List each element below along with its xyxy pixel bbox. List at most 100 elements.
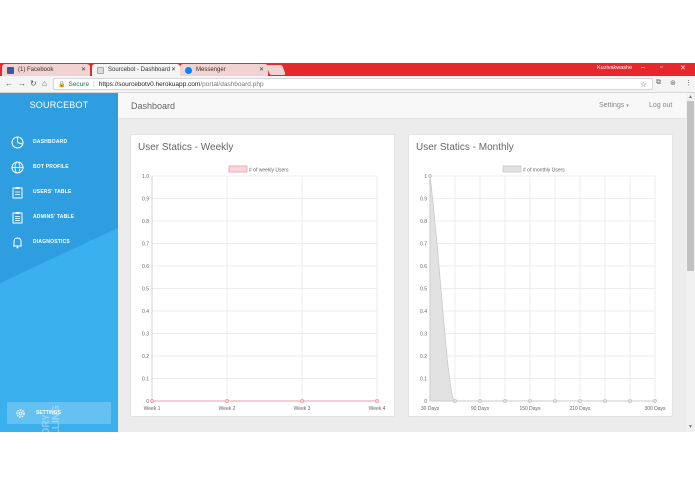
data-point [299, 398, 304, 403]
sidebar: SOURCEBOT DASHBOARD BOT PROFILE USERS' T… [0, 93, 118, 432]
y-tick-label: 0.5 [420, 287, 427, 293]
secure-label: Secure [68, 80, 90, 88]
y-tick-label: 1.0 [142, 174, 149, 180]
brand-logo[interactable]: SOURCEBOT [0, 100, 118, 110]
data-point [652, 398, 657, 403]
page-header: Dashboard Settings ▾ Log out [118, 93, 686, 119]
close-tab-icon[interactable]: ✕ [171, 66, 176, 73]
y-tick-label: 1 [424, 174, 427, 180]
sidebar-item-admins-table[interactable]: ADMINS' TABLE [10, 209, 74, 225]
page-title: Dashboard [131, 101, 176, 111]
data-point [149, 398, 154, 403]
reload-icon[interactable]: ↻ [30, 79, 37, 88]
scrollbar-thumb[interactable] [687, 101, 694, 271]
data-point [503, 398, 508, 403]
y-tick-label: 0.1 [420, 377, 427, 383]
y-tick-label: 0.4 [420, 309, 427, 315]
dashboard-icon [10, 135, 24, 149]
address-bar[interactable]: 🔒 Secure | https://sourcebotv0.herokuapp… [53, 78, 653, 90]
y-tick-label: 0.6 [142, 264, 149, 270]
y-tick-label: 0.9 [420, 197, 427, 203]
legend-label: # of monthly Users [523, 168, 565, 174]
y-tick-label: 0 [424, 399, 427, 405]
browser-tab-sourcebot[interactable]: Sourcebot - Dashboard ✕ [92, 64, 180, 76]
monthly-chart-card: User Statics - Monthly # of monthly User… [408, 134, 673, 417]
x-tick-label: Week 3 [294, 406, 311, 412]
clipboard-icon [10, 185, 24, 199]
sidebar-item-bot-profile[interactable]: BOT PROFILE [10, 159, 69, 175]
x-tick-label: 150 Days [519, 406, 541, 412]
settings-dropdown[interactable]: Settings ▾ [599, 102, 629, 109]
x-tick-label: 300 Days [644, 406, 666, 412]
y-tick-label: 0.4 [142, 309, 149, 315]
data-point [374, 398, 379, 403]
facebook-icon [7, 66, 14, 74]
new-tab-button[interactable] [266, 65, 286, 75]
y-tick-label: 0.3 [142, 332, 149, 338]
messenger-icon [185, 66, 192, 74]
x-tick-label: 210 Days [569, 406, 591, 412]
data-point [577, 398, 582, 403]
browser-profile-name[interactable]: Kuzivakwashe [597, 65, 632, 71]
scroll-down-icon[interactable]: ▼ [688, 424, 693, 430]
y-tick-label: 0.8 [420, 219, 427, 225]
page-scrollbar[interactable]: ▲ ▼ [686, 93, 695, 432]
browser-tab-facebook[interactable]: (1) Facebook ✕ [2, 64, 90, 76]
main-content: Dashboard Settings ▾ Log out User Static… [118, 93, 686, 432]
y-tick-label: 0.2 [142, 354, 149, 360]
y-tick-label: 0.3 [420, 332, 427, 338]
x-tick-label: Week 4 [369, 406, 386, 412]
back-icon[interactable]: ← [5, 79, 13, 88]
sidebar-settings-button[interactable]: SETTINGS [7, 402, 111, 424]
close-tab-icon[interactable]: ✕ [81, 66, 86, 73]
data-point [427, 174, 432, 179]
page-bottom-margin [0, 432, 695, 494]
logout-link[interactable]: Log out [649, 102, 672, 109]
x-tick-label: 90 Days [471, 406, 490, 412]
sidebar-item-label: DASHBOARD [33, 139, 68, 145]
x-tick-label: 30 Days [421, 406, 440, 412]
settings-label: SETTINGS [36, 410, 62, 416]
sidebar-item-label: BOT PROFILE [33, 164, 69, 170]
data-point [478, 398, 483, 403]
close-tab-icon[interactable]: ✕ [259, 66, 264, 73]
forward-icon[interactable]: → [18, 79, 26, 88]
clipboard-list-icon [10, 210, 24, 224]
sidebar-item-diagnostics[interactable]: DIAGNOSTICS [10, 234, 70, 250]
sidebar-item-users-table[interactable]: USERS' TABLE [10, 184, 72, 200]
y-tick-label: 0.5 [142, 287, 149, 293]
lock-icon: 🔒 [58, 81, 66, 88]
window-close-icon[interactable]: ✕ [680, 64, 686, 72]
extension-icon-2[interactable]: ⊛ [670, 79, 676, 87]
data-point [627, 398, 632, 403]
tab-title: Sourcebot - Dashboard [108, 67, 171, 73]
scroll-up-icon[interactable]: ▲ [688, 94, 693, 100]
minimize-icon[interactable]: – [641, 64, 645, 71]
sidebar-item-dashboard[interactable]: DASHBOARD [10, 134, 67, 150]
extension-icon[interactable]: ⧉ [656, 79, 661, 87]
data-point [453, 398, 458, 403]
y-tick-label: 0.9 [142, 197, 149, 203]
sidebar-item-label: DIAGNOSTICS [33, 239, 70, 245]
sidebar-item-label: USERS' TABLE [33, 189, 72, 195]
url-path: /portal/dashboard.php [200, 80, 264, 88]
y-tick-label: 0.8 [142, 219, 149, 225]
browser-menu-icon[interactable]: ⋮ [685, 79, 692, 87]
x-tick-label: Week 1 [144, 406, 161, 412]
page-top-margin [0, 0, 695, 63]
bookmark-star-icon[interactable]: ☆ [640, 80, 647, 89]
legend-swatch [228, 165, 248, 173]
globe-icon [10, 160, 24, 174]
data-point [528, 398, 533, 403]
tab-title: (1) Facebook [18, 67, 54, 73]
browser-tab-messenger[interactable]: Messenger ✕ [180, 64, 268, 76]
home-icon[interactable]: ⌂ [42, 79, 47, 88]
caret-down-icon: ▾ [626, 103, 629, 109]
legend-swatch [502, 165, 522, 173]
y-tick-label: 0.7 [142, 242, 149, 248]
maximize-icon[interactable]: ▫ [660, 64, 662, 71]
x-tick-label: Week 2 [219, 406, 236, 412]
weekly-chart-card: User Statics - Weekly # of weekly Users 0… [130, 134, 395, 417]
sidebar-item-label: ADMINS' TABLE [33, 214, 75, 220]
settings-dropdown-label: Settings [599, 102, 625, 109]
